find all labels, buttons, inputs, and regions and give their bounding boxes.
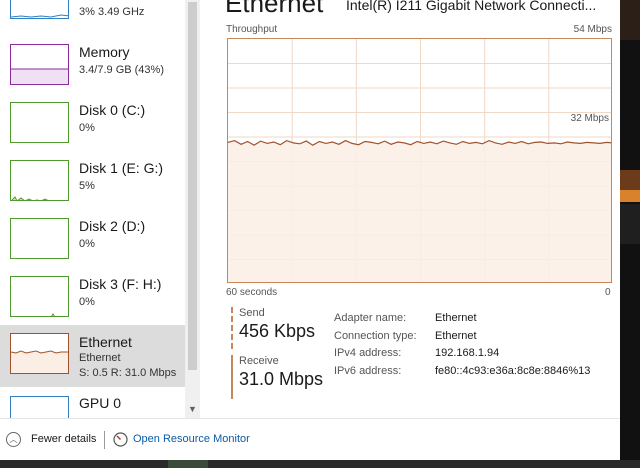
sidebar-item-disk-0[interactable]: Disk 0 (C:) 0% — [0, 96, 185, 154]
gpu-title: GPU 0 — [79, 395, 122, 411]
info-value: Ethernet — [435, 312, 477, 324]
disk-1-usage-text: 5% — [79, 180, 95, 192]
info-key: IPv6 address: — [334, 364, 402, 377]
receive-rate-block: Receive 31.0 Mbps — [231, 355, 323, 399]
cpu-usage-text: 3% 3.49 GHz — [79, 6, 145, 18]
memory-thumbnail-graph — [10, 44, 69, 85]
open-resource-monitor-link[interactable]: Open Resource Monitor — [133, 433, 250, 445]
sidebar-item-disk-1[interactable]: Disk 1 (E: G:) 5% — [0, 154, 185, 212]
memory-usage-text: 3.4/7.9 GB (43%) — [79, 64, 164, 76]
disk-0-usage-text: 0% — [79, 122, 95, 134]
graph-mid-label: 32 Mbps — [569, 113, 610, 124]
graph-zero-label: 0 — [605, 287, 611, 298]
desktop-background — [620, 0, 640, 468]
sidebar-item-disk-3[interactable]: Disk 3 (F: H:) 0% — [0, 270, 185, 328]
info-key: Connection type: — [334, 329, 417, 342]
info-key: IPv4 address: — [334, 347, 402, 359]
disk-0-thumbnail-graph — [10, 102, 69, 143]
graph-max-label: 54 Mbps — [573, 24, 612, 35]
send-label: Send — [239, 307, 265, 319]
ethernet-adapter-text: Ethernet — [79, 352, 121, 364]
disk-3-usage-text: 0% — [79, 296, 95, 308]
disk-2-usage-text: 0% — [79, 238, 95, 250]
disk-1-thumbnail-graph — [10, 160, 69, 201]
ethernet-detail-panel: Ethernet Intel(R) I211 Gigabit Network C… — [200, 0, 620, 418]
info-key: Adapter name: — [334, 312, 407, 324]
performance-sidebar: 3% 3.49 GHz Memory 3.4/7.9 GB (43%) Disk… — [0, 0, 200, 418]
footer-bar: ︿ Fewer details Open Resource Monitor — [0, 418, 620, 460]
throughput-graph — [227, 38, 612, 283]
sidebar-scrollbar[interactable]: ▼ — [185, 0, 200, 418]
scroll-down-arrow-icon[interactable]: ▼ — [188, 404, 197, 414]
info-value: 192.168.1.94 — [435, 347, 500, 359]
disk-1-title: Disk 1 (E: G:) — [79, 160, 164, 176]
sidebar-item-memory[interactable]: Memory 3.4/7.9 GB (43%) — [0, 38, 185, 96]
info-value: Ethernet — [435, 329, 477, 342]
ethernet-thumbnail-graph — [10, 333, 69, 374]
task-manager-window: 3% 3.49 GHz Memory 3.4/7.9 GB (43%) Disk… — [0, 0, 640, 468]
graph-time-label: 60 seconds — [226, 287, 278, 298]
throughput-chart-svg — [228, 39, 611, 282]
gpu-thumbnail-graph — [10, 396, 69, 418]
receive-area — [228, 140, 611, 282]
adapter-name-heading: Intel(R) I211 Gigabit Network Connecti..… — [346, 0, 597, 13]
taskbar — [0, 460, 640, 468]
disk-3-thumbnail-graph — [10, 276, 69, 317]
adapter-info-keys: Adapter name: Connection type: IPv4 addr… — [334, 310, 417, 380]
footer-divider — [104, 431, 105, 449]
resource-monitor-icon[interactable] — [113, 432, 128, 447]
chevron-up-icon[interactable]: ︿ — [6, 432, 21, 447]
receive-label: Receive — [239, 355, 279, 367]
disk-0-title: Disk 0 (C:) — [79, 102, 146, 118]
send-rate-block: Send 456 Kbps — [231, 307, 315, 349]
disk-3-title: Disk 3 (F: H:) — [79, 276, 162, 292]
page-title: Ethernet — [225, 0, 324, 18]
sidebar-item-cpu[interactable]: 3% 3.49 GHz — [0, 0, 185, 28]
adapter-info-values: Ethernet Ethernet 192.168.1.94 fe80::4c9… — [435, 310, 590, 380]
disk-2-thumbnail-graph — [10, 218, 69, 259]
disk-2-title: Disk 2 (D:) — [79, 218, 146, 234]
sidebar-item-gpu[interactable]: GPU 0 — [0, 390, 185, 418]
sidebar-item-ethernet[interactable]: Ethernet Ethernet S: 0.5 R: 31.0 Mbps — [0, 325, 185, 387]
fewer-details-button[interactable]: Fewer details — [31, 433, 96, 445]
graph-label: Throughput — [226, 24, 278, 35]
memory-title: Memory — [79, 44, 130, 60]
send-value: 456 Kbps — [239, 321, 316, 341]
ethernet-rate-text: S: 0.5 R: 31.0 Mbps — [79, 367, 177, 379]
scrollbar-thumb[interactable] — [188, 2, 197, 370]
sidebar-item-disk-2[interactable]: Disk 2 (D:) 0% — [0, 212, 185, 270]
cpu-thumbnail-graph — [10, 0, 69, 19]
ethernet-title: Ethernet — [79, 334, 132, 350]
receive-value: 31.0 Mbps — [239, 369, 324, 389]
info-value: fe80::4c93:e36a:8c8e:8846%13 — [435, 364, 591, 377]
